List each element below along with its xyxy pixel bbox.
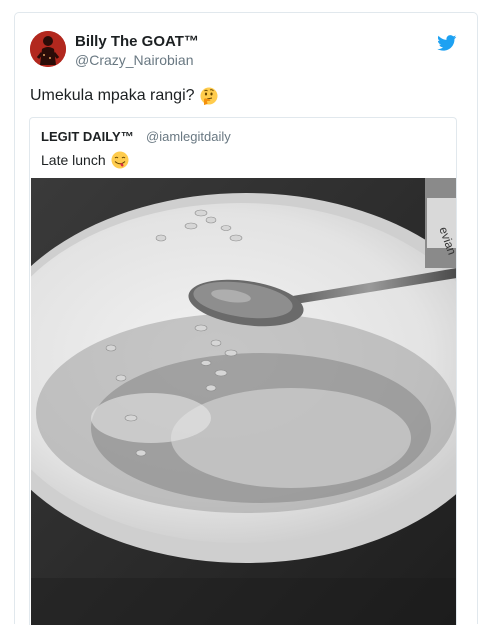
tweet-text: Umekula mpaka rangi? <box>30 87 195 104</box>
quoted-author-handle[interactable]: @iamlegitdaily <box>146 129 231 144</box>
author-display-name[interactable]: Billy The GOAT™ <box>75 33 199 50</box>
quoted-text-row: Late lunch <box>41 151 129 169</box>
quoted-tweet-text: Late lunch <box>41 152 106 168</box>
quoted-author-display-name[interactable]: LEGIT DAILY™ <box>41 129 134 144</box>
quoted-tweet[interactable]: LEGIT DAILY™ @iamlegitdaily Late lunch e… <box>29 117 457 625</box>
twitter-bird-icon[interactable] <box>437 35 457 51</box>
thinking-face-icon <box>200 87 218 105</box>
embedded-tweet: Billy The GOAT™ @Crazy_Nairobian Umekula… <box>14 12 478 625</box>
face-savoring-food-icon <box>111 151 129 169</box>
plate <box>31 193 456 563</box>
evian-bottle: evian <box>425 178 456 268</box>
author-handle[interactable]: @Crazy_Nairobian <box>75 52 193 68</box>
quoted-photo[interactable]: evian <box>31 178 457 625</box>
avatar[interactable] <box>30 31 66 67</box>
tweet-text-row: Umekula mpaka rangi? <box>30 87 218 105</box>
avatar-image <box>30 31 66 67</box>
